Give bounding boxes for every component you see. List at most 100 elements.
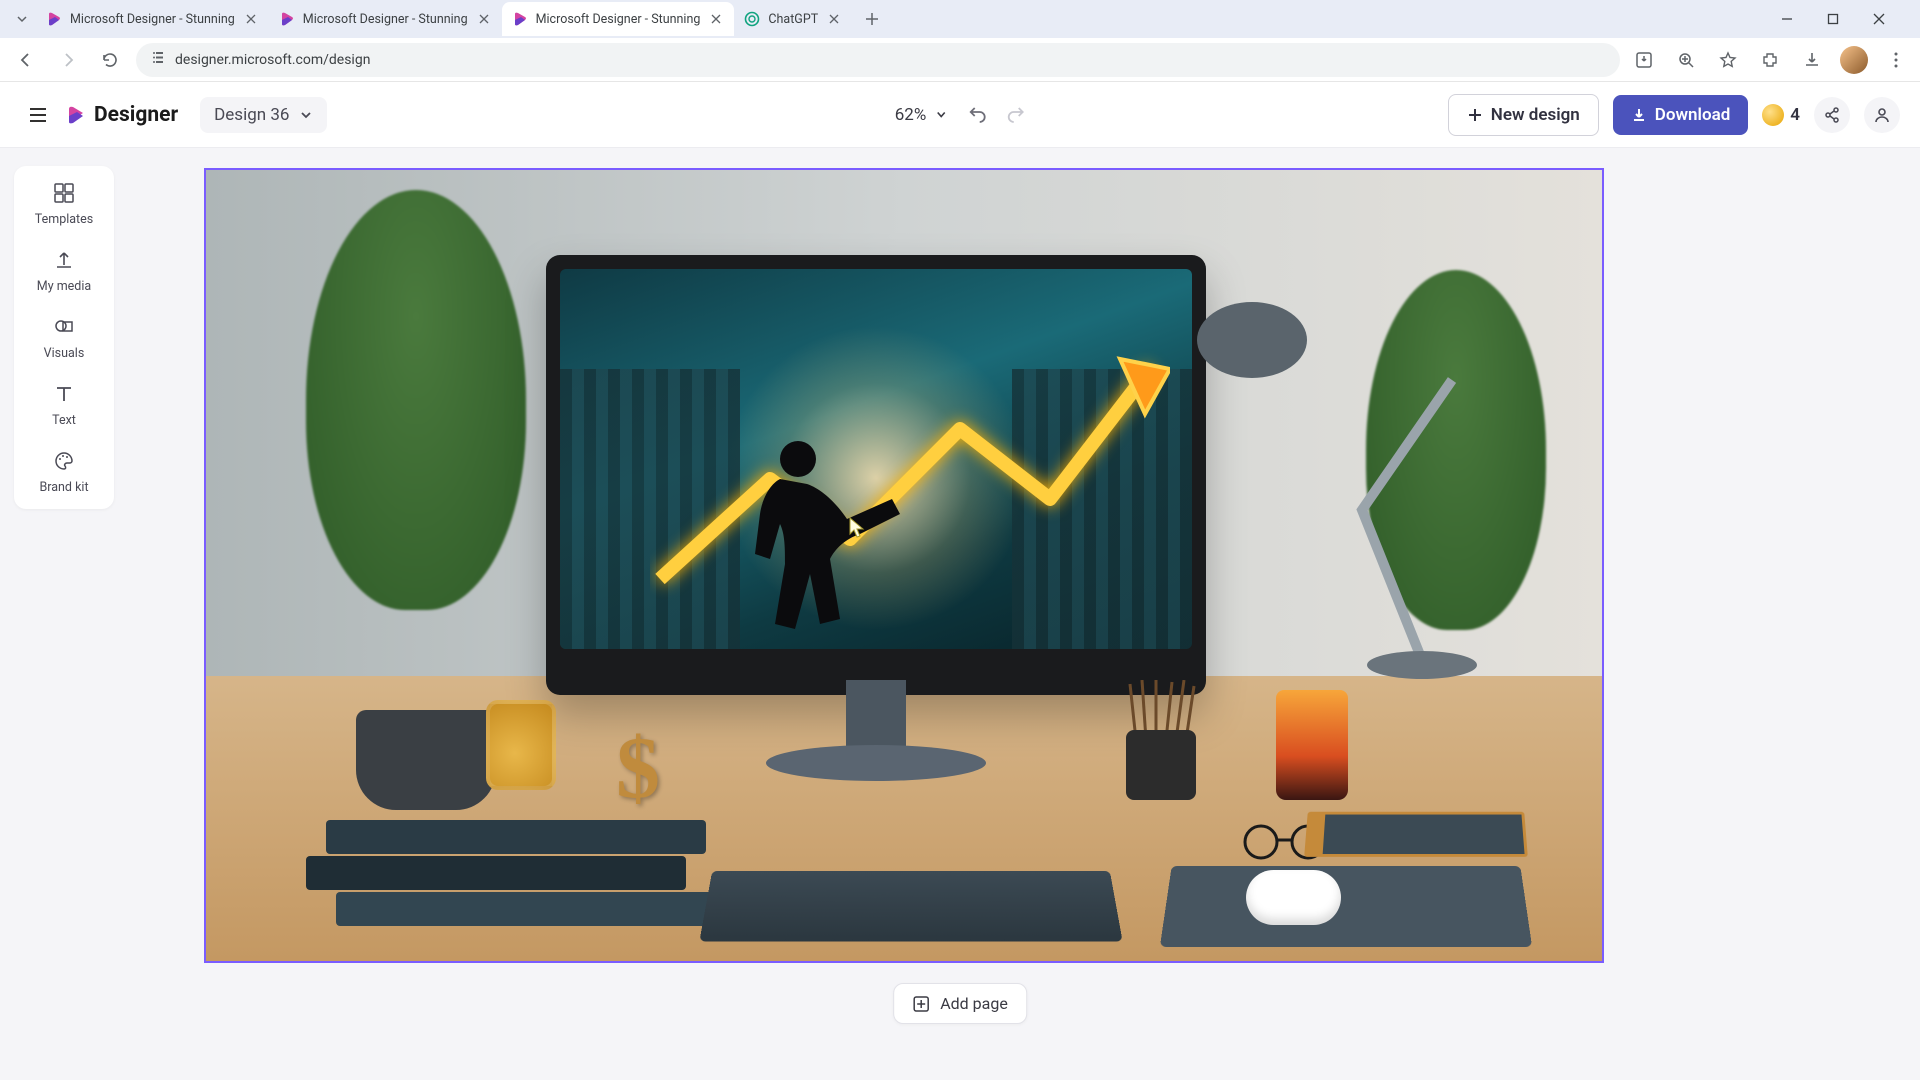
url-text: designer.microsoft.com/design (175, 52, 370, 68)
tab-close-icon[interactable] (243, 11, 259, 27)
address-actions (1630, 46, 1910, 74)
browser-tab[interactable]: Microsoft Designer - Stunning (269, 2, 502, 36)
design-name-dropdown[interactable]: Design 36 (200, 97, 327, 133)
address-row: designer.microsoft.com/design (0, 38, 1920, 82)
app-brand-text: Designer (94, 103, 178, 127)
undo-button[interactable] (967, 103, 987, 127)
scene-notebook (1304, 812, 1528, 857)
new-design-label: New design (1491, 105, 1580, 125)
window-minimize-button[interactable] (1770, 2, 1804, 36)
credits-count: 4 (1790, 105, 1800, 125)
download-icon (1631, 107, 1647, 123)
scene-books (296, 820, 736, 930)
scene-plant-left (266, 190, 566, 750)
scene-mouse (1246, 870, 1341, 925)
coin-icon (1762, 104, 1784, 126)
share-button[interactable] (1814, 97, 1850, 133)
new-tab-button[interactable] (858, 5, 886, 33)
workspace: Templates My media Visuals Text Brand ki… (0, 148, 1920, 1080)
design-name-text: Design 36 (214, 105, 289, 125)
nav-forward-button[interactable] (52, 44, 84, 76)
app-header: Designer Design 36 62% New design Downlo… (0, 82, 1920, 148)
scene-dollar-sign: $ (616, 718, 660, 819)
redo-button[interactable] (1005, 103, 1025, 127)
download-label: Download (1655, 105, 1730, 125)
add-page-label: Add page (940, 994, 1008, 1013)
side-rail: Templates My media Visuals Text Brand ki… (14, 166, 114, 509)
zoom-icon[interactable] (1672, 46, 1700, 74)
nav-reload-button[interactable] (94, 44, 126, 76)
tab-title: Microsoft Designer - Stunning (536, 12, 701, 27)
site-info-icon[interactable] (150, 50, 165, 69)
bookmark-star-icon[interactable] (1714, 46, 1742, 74)
rail-text[interactable]: Text (51, 381, 77, 428)
scene-person-silhouette (720, 429, 910, 639)
scene-monitor-base (766, 745, 986, 781)
chevron-down-icon (299, 108, 313, 122)
undo-redo-group (967, 103, 1025, 127)
rail-label: Text (52, 413, 76, 428)
scene-desk-lamp (1162, 260, 1502, 680)
scene-keyboard (699, 871, 1122, 942)
nav-back-button[interactable] (10, 44, 42, 76)
scene-monitor (546, 255, 1206, 695)
designer-logo-icon (66, 105, 86, 125)
rail-my-media[interactable]: My media (37, 247, 91, 294)
tab-close-icon[interactable] (826, 11, 842, 27)
rail-label: Visuals (44, 346, 85, 361)
credits-badge[interactable]: 4 (1762, 104, 1800, 126)
tab-bar: Microsoft Designer - Stunning Microsoft … (0, 0, 1920, 38)
visuals-icon (51, 314, 77, 340)
upload-icon (51, 247, 77, 273)
header-right: New design Download 4 (1448, 94, 1900, 136)
window-controls (1770, 2, 1912, 36)
canvas-area: $ Add page (114, 148, 1920, 1080)
design-canvas[interactable]: $ (204, 168, 1604, 963)
scene-glass-juice (1276, 690, 1348, 800)
scene-monitor-stand (846, 680, 906, 750)
browser-tab[interactable]: ChatGPT (734, 2, 852, 36)
designer-favicon-icon (279, 11, 295, 27)
address-bar[interactable]: designer.microsoft.com/design (136, 43, 1620, 77)
install-app-icon[interactable] (1630, 46, 1658, 74)
menu-button[interactable] (20, 97, 56, 133)
palette-icon (51, 448, 77, 474)
scene-coin-jar (486, 700, 556, 790)
add-page-button[interactable]: Add page (893, 983, 1027, 1024)
tab-close-icon[interactable] (476, 11, 492, 27)
profile-avatar[interactable] (1840, 46, 1868, 74)
tab-close-icon[interactable] (708, 11, 724, 27)
center-controls: 62% (895, 103, 1026, 127)
browser-tab-active[interactable]: Microsoft Designer - Stunning (502, 2, 735, 36)
account-button[interactable] (1864, 97, 1900, 133)
rail-templates[interactable]: Templates (35, 180, 93, 227)
new-design-button[interactable]: New design (1448, 94, 1599, 136)
zoom-dropdown[interactable]: 62% (895, 105, 948, 125)
scene-pencil-holder (1126, 680, 1196, 800)
window-maximize-button[interactable] (1816, 2, 1850, 36)
rail-visuals[interactable]: Visuals (44, 314, 85, 361)
designer-favicon-icon (46, 11, 62, 27)
mouse-cursor-icon (849, 517, 865, 539)
chrome-menu-icon[interactable] (1882, 46, 1910, 74)
tab-title: Microsoft Designer - Stunning (303, 12, 468, 27)
rail-label: My media (37, 279, 91, 294)
chevron-down-icon (934, 108, 947, 121)
designer-favicon-icon (512, 11, 528, 27)
download-button[interactable]: Download (1613, 95, 1748, 135)
tab-title: Microsoft Designer - Stunning (70, 12, 235, 27)
rail-brand-kit[interactable]: Brand kit (39, 448, 88, 495)
templates-icon (51, 180, 77, 206)
browser-chrome: Microsoft Designer - Stunning Microsoft … (0, 0, 1920, 82)
browser-tab[interactable]: Microsoft Designer - Stunning (36, 2, 269, 36)
extensions-icon[interactable] (1756, 46, 1784, 74)
rail-label: Brand kit (39, 480, 88, 495)
downloads-icon[interactable] (1798, 46, 1826, 74)
scene-mousepad (1160, 866, 1532, 947)
tab-search-dropdown[interactable] (8, 5, 36, 33)
app-logo[interactable]: Designer (66, 103, 178, 127)
plus-icon (1467, 107, 1483, 123)
window-close-button[interactable] (1862, 2, 1896, 36)
chatgpt-favicon-icon (744, 11, 760, 27)
rail-label: Templates (35, 212, 93, 227)
